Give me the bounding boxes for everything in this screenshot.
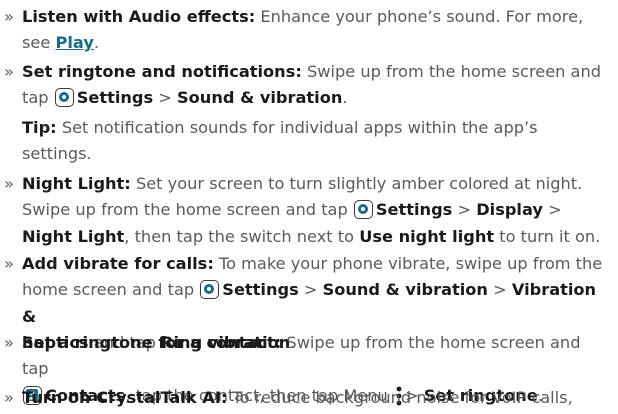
list-item-night-light: » Night Light: Set your screen to turn s… (4, 171, 610, 250)
item-text: . (93, 33, 100, 53)
separator: > (303, 280, 318, 300)
tip-label: Tip: (22, 118, 57, 137)
bullet: » (4, 254, 14, 273)
item-text: , then tap the switch next to (124, 226, 355, 246)
tip-block: Tip: Set notification sounds for individ… (22, 115, 610, 168)
play-link[interactable]: Play (56, 33, 94, 52)
item-title: Listen with Audio effects: (22, 7, 256, 26)
document-page: » Listen with Audio effects: Enhance you… (0, 0, 618, 407)
bullet: » (4, 62, 14, 81)
list-item-ringtone-notifications: » Set ringtone and notifications: Swipe … (4, 59, 610, 112)
item-text: see (22, 33, 51, 53)
item-title: Set a ringtone for a contact: (22, 333, 282, 352)
sound-vibration-label: Sound & vibration (177, 88, 343, 108)
item-text: Set your screen to turn slightly amber c… (135, 174, 583, 193)
item-text: tap (22, 88, 49, 108)
display-label: Display (476, 200, 543, 220)
item-title: Set ringtone and notifications: (22, 62, 302, 81)
separator: > (457, 200, 472, 220)
bullet: » (4, 333, 14, 352)
item-title: Add vibrate for calls: (22, 254, 214, 273)
settings-label: Settings (222, 280, 299, 300)
item-text: . (342, 88, 348, 108)
settings-label: Settings (76, 88, 154, 108)
use-night-light-label: Use night light (359, 226, 495, 246)
settings-label: Settings (375, 200, 453, 220)
item-text: home screen and tap (22, 280, 195, 300)
item-text: Enhance your phone’s sound. For more, (260, 7, 584, 26)
list-item-crystaltalk: » Turn on CrystalTalk AI: To reduce back… (4, 385, 610, 411)
separator: > (548, 200, 562, 220)
tip-text: settings. (22, 144, 92, 164)
night-light-label: Night Light (22, 226, 125, 246)
tip-text: Set notification sounds for individual a… (61, 118, 538, 137)
item-text: Swipe up from the home screen and tap (22, 200, 348, 220)
settings-gear-icon (353, 200, 373, 220)
separator: > (493, 280, 507, 300)
item-title: Turn on CrystalTalk AI: (22, 388, 228, 407)
item-text: Swipe up from the home screen and (306, 62, 602, 81)
bullet: » (4, 174, 14, 193)
bullet: » (4, 388, 14, 407)
bullet: » (4, 7, 14, 26)
list-item-audio-effects: » Listen with Audio effects: Enhance you… (4, 4, 610, 57)
sound-vibration-label: Sound & vibration (322, 280, 488, 300)
item-text: to turn it on. (499, 226, 601, 246)
settings-gear-icon (200, 280, 220, 300)
separator: > (158, 88, 172, 108)
item-title: Night Light: (22, 174, 131, 193)
settings-gear-icon (54, 88, 74, 108)
item-text: To make your phone vibrate, swipe up fro… (218, 254, 603, 273)
item-text: To reduce background noise for VoIP call… (232, 388, 573, 407)
